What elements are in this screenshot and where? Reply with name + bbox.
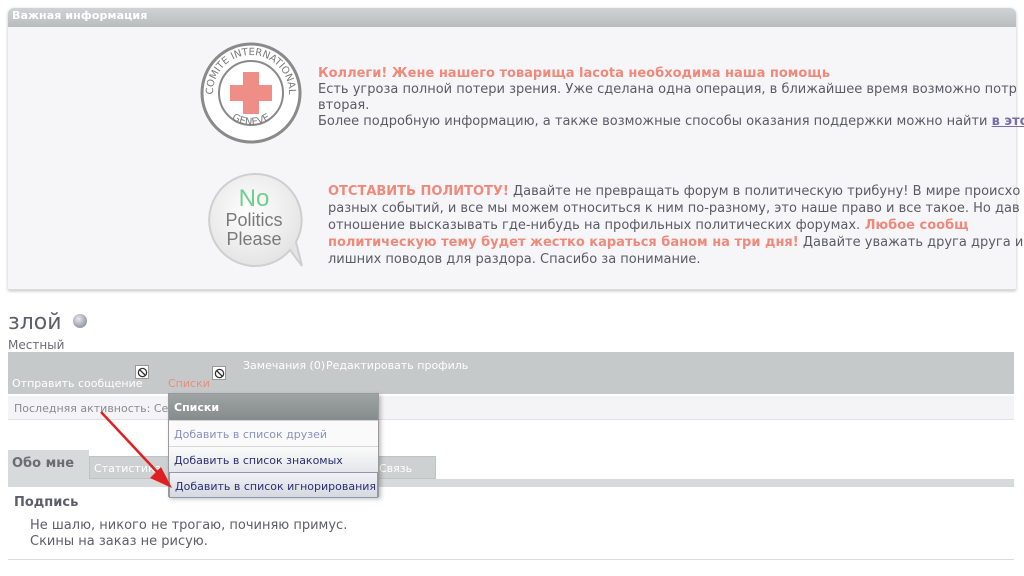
profile-action-bar: Отправить сообщение Списки Замечания (0)… [8,352,1014,394]
notice-politics-line5: лишних поводов для раздора. Спасибо за п… [328,252,701,267]
notice-item-lacota: Коллеги! Жене нашего товарища lacota нео… [318,66,1024,130]
important-info-header: Важная информация [8,8,1016,27]
no-politics-word-politics: Politics [225,210,282,230]
profile-rank: Местный [8,338,65,352]
no-politics-word-please: Please [226,229,281,249]
profile-username: злой [8,310,62,335]
notice-item-lacota-line2: вторая. [318,98,370,113]
tab-statistics[interactable]: Статистика [89,456,171,479]
signature-title: Подпись [14,495,79,510]
add-to-acquaintances-item[interactable]: Добавить в список знакомых [169,446,378,472]
red-cross-seal-icon: COMITE INTERNATIONAL GENEVE [200,42,302,144]
send-message-link[interactable]: Отправить сообщение [12,377,143,390]
notice-politics-line2: разных событий, и все мы можем относитьс… [328,201,1020,216]
notice-politics-bold2: Любое сообщ [860,218,969,233]
warnings-link[interactable]: Замечания (0) [243,359,325,372]
notice-politics-line1: Давайте не превращать форум в политическ… [508,184,1021,199]
online-status-icon [73,314,87,328]
notice-politics-bold-title: ОТСТАВИТЬ ПОЛИТОТУ! [328,184,509,199]
no-politics-badge-icon: No Politics Please [208,172,303,267]
lists-dropdown-menu: Списки Добавить в список друзей Добавить… [168,393,379,498]
notice-politics-line3: отношение высказывать где-нибудь на проф… [328,218,861,233]
block-icon[interactable] [212,366,226,380]
notice-politics-line4: Давайте уважать друга друга и [798,235,1024,250]
lists-menu-link[interactable]: Списки [168,377,210,390]
notice-item-lacota-title: Коллеги! Жене нашего товарища lacota нео… [318,66,830,81]
last-activity: Последняя активность: Се [8,396,1014,420]
notice-item-lacota-link[interactable]: в это [992,114,1024,129]
signature-line-1: Не шалю, никого не трогаю, починяю приму… [30,518,348,533]
edit-profile-link[interactable]: Редактировать профиль [326,359,468,372]
tab-underline [8,479,1014,487]
no-politics-word-no: No [239,185,270,212]
notice-item-lacota-line1: Есть угроза полной потери зрения. Уже сд… [318,82,1017,97]
tab-contact[interactable]: Связь [374,456,436,479]
notice-item-politics: ОТСТАВИТЬ ПОЛИТОТУ! Давайте не превращат… [328,183,1024,268]
tab-about-me[interactable]: Обо мне [8,450,89,479]
signature-line-2: Скины на заказ не рисую. [30,534,208,549]
lists-dropdown-header: Списки [169,394,378,420]
add-to-ignore-list-item[interactable]: Добавить в список игнорирования [169,472,378,498]
notice-item-lacota-line3: Более подробную информацию, а также возм… [318,114,988,129]
block-icon[interactable] [135,365,149,379]
add-to-friends-item[interactable]: Добавить в список друзей [169,420,378,446]
notice-politics-ban-warning: политическую тему будет жестко караться … [328,235,799,250]
